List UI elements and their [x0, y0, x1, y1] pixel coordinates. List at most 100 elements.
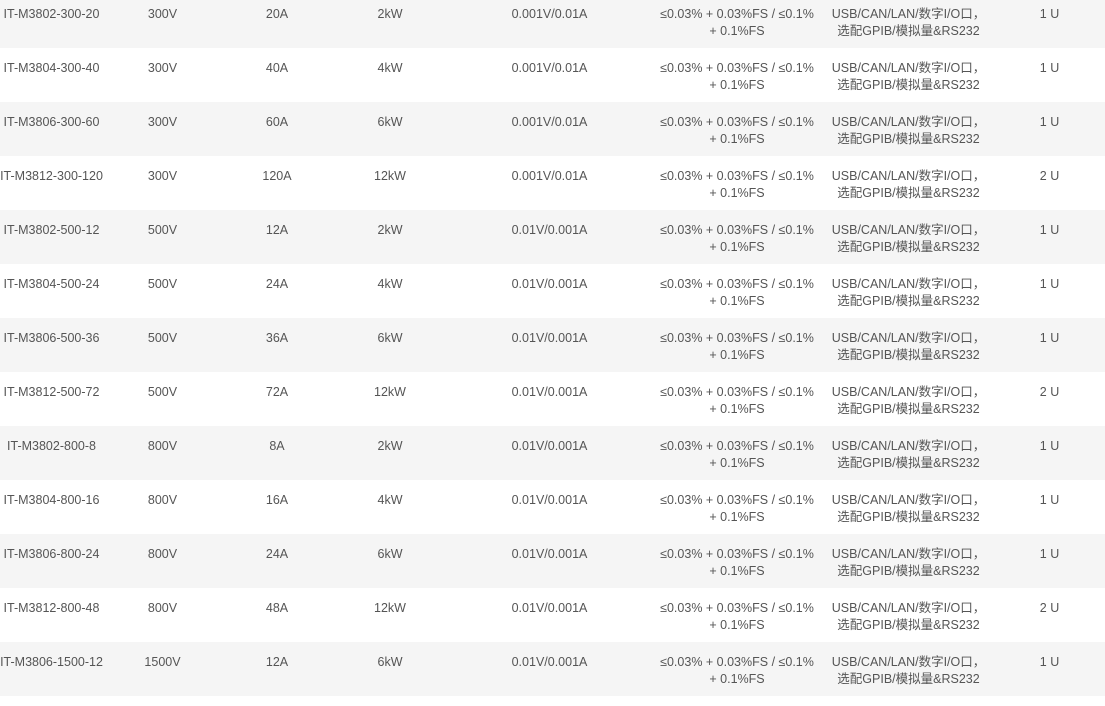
power-cell: 2kW — [332, 0, 448, 48]
size-text: 1 U — [1039, 223, 1060, 237]
interface-text: USB/CAN/LAN/数字I/O口，选配GPIB/模拟量&RS232 — [831, 601, 986, 632]
voltage-text: 300V — [147, 115, 178, 129]
interface-cell: USB/CAN/LAN/数字I/O口，选配GPIB/模拟量&RS232 — [823, 102, 994, 156]
current-text: 12A — [265, 223, 289, 237]
power-text: 6kW — [377, 655, 403, 669]
accuracy-text: ≤0.03% + 0.03%FS / ≤0.1% + 0.1%FS — [660, 169, 814, 200]
accuracy-cell: ≤0.03% + 0.03%FS / ≤0.1% + 0.1%FS — [651, 318, 823, 372]
accuracy-text: ≤0.03% + 0.03%FS / ≤0.1% + 0.1%FS — [660, 331, 814, 362]
model-text: IT-M3804-800-16 — [3, 493, 100, 507]
interface-text: USB/CAN/LAN/数字I/O口，选配GPIB/模拟量&RS232 — [831, 277, 986, 308]
voltage-text: 300V — [147, 169, 178, 183]
model-text: IT-M3804-300-40 — [3, 61, 100, 75]
interface-text: USB/CAN/LAN/数字I/O口，选配GPIB/模拟量&RS232 — [831, 331, 986, 362]
current-text: 40A — [265, 61, 289, 75]
interface-cell: USB/CAN/LAN/数字I/O口，选配GPIB/模拟量&RS232 — [823, 534, 994, 588]
size-cell: 1 U — [994, 426, 1105, 480]
current-cell: 16A — [222, 480, 332, 534]
size-text: 1 U — [1039, 7, 1060, 21]
resolution-cell: 0.01V/0.001A — [448, 318, 651, 372]
interface-text: USB/CAN/LAN/数字I/O口，选配GPIB/模拟量&RS232 — [831, 385, 986, 416]
spec-table-body: IT-M3802-300-20 300V 20A 2kW 0.001V/0.01… — [0, 0, 1105, 696]
accuracy-cell: ≤0.03% + 0.03%FS / ≤0.1% + 0.1%FS — [651, 588, 823, 642]
table-row: IT-M3804-500-24 500V 24A 4kW 0.01V/0.001… — [0, 264, 1105, 318]
power-text: 4kW — [377, 277, 403, 291]
resolution-cell: 0.01V/0.001A — [448, 426, 651, 480]
resolution-text: 0.01V/0.001A — [511, 493, 588, 507]
model-cell: IT-M3806-1500-12 — [0, 642, 103, 696]
model-cell: IT-M3802-500-12 — [0, 210, 103, 264]
voltage-cell: 800V — [103, 426, 222, 480]
power-cell: 4kW — [332, 264, 448, 318]
power-text: 12kW — [374, 601, 406, 615]
size-text: 1 U — [1039, 61, 1060, 75]
interface-cell: USB/CAN/LAN/数字I/O口，选配GPIB/模拟量&RS232 — [823, 642, 994, 696]
current-text: 120A — [262, 169, 292, 183]
current-cell: 48A — [222, 588, 332, 642]
resolution-text: 0.01V/0.001A — [511, 223, 588, 237]
power-cell: 12kW — [332, 588, 448, 642]
current-cell: 60A — [222, 102, 332, 156]
power-cell: 6kW — [332, 318, 448, 372]
table-row: IT-M3806-800-24 800V 24A 6kW 0.01V/0.001… — [0, 534, 1105, 588]
accuracy-cell: ≤0.03% + 0.03%FS / ≤0.1% + 0.1%FS — [651, 480, 823, 534]
current-text: 24A — [265, 277, 289, 291]
voltage-cell: 500V — [103, 264, 222, 318]
resolution-text: 0.01V/0.001A — [511, 601, 588, 615]
size-text: 1 U — [1039, 277, 1060, 291]
accuracy-text: ≤0.03% + 0.03%FS / ≤0.1% + 0.1%FS — [660, 439, 814, 470]
size-cell: 2 U — [994, 372, 1105, 426]
interface-cell: USB/CAN/LAN/数字I/O口，选配GPIB/模拟量&RS232 — [823, 480, 994, 534]
resolution-cell: 0.001V/0.01A — [448, 48, 651, 102]
table-row: IT-M3806-500-36 500V 36A 6kW 0.01V/0.001… — [0, 318, 1105, 372]
size-text: 1 U — [1039, 439, 1060, 453]
resolution-cell: 0.001V/0.01A — [448, 156, 651, 210]
power-cell: 12kW — [332, 372, 448, 426]
size-cell: 1 U — [994, 48, 1105, 102]
size-cell: 1 U — [994, 318, 1105, 372]
model-cell: IT-M3804-800-16 — [0, 480, 103, 534]
current-cell: 40A — [222, 48, 332, 102]
current-cell: 12A — [222, 210, 332, 264]
table-row: IT-M3804-800-16 800V 16A 4kW 0.01V/0.001… — [0, 480, 1105, 534]
table-row: IT-M3812-800-48 800V 48A 12kW 0.01V/0.00… — [0, 588, 1105, 642]
table-row: IT-M3804-300-40 300V 40A 4kW 0.001V/0.01… — [0, 48, 1105, 102]
table-row: IT-M3806-300-60 300V 60A 6kW 0.001V/0.01… — [0, 102, 1105, 156]
size-text: 1 U — [1039, 547, 1060, 561]
model-text: IT-M3812-800-48 — [3, 601, 100, 615]
table-row: IT-M3806-1500-12 1500V 12A 6kW 0.01V/0.0… — [0, 642, 1105, 696]
voltage-cell: 500V — [103, 210, 222, 264]
accuracy-cell: ≤0.03% + 0.03%FS / ≤0.1% + 0.1%FS — [651, 372, 823, 426]
spec-table: IT-M3802-300-20 300V 20A 2kW 0.001V/0.01… — [0, 0, 1105, 696]
accuracy-text: ≤0.03% + 0.03%FS / ≤0.1% + 0.1%FS — [660, 223, 814, 254]
power-cell: 4kW — [332, 48, 448, 102]
interface-cell: USB/CAN/LAN/数字I/O口，选配GPIB/模拟量&RS232 — [823, 264, 994, 318]
model-text: IT-M3802-300-20 — [3, 7, 100, 21]
size-cell: 1 U — [994, 480, 1105, 534]
resolution-cell: 0.001V/0.01A — [448, 102, 651, 156]
current-text: 20A — [265, 7, 289, 21]
power-text: 12kW — [374, 385, 406, 399]
model-text: IT-M3812-500-72 — [3, 385, 100, 399]
accuracy-text: ≤0.03% + 0.03%FS / ≤0.1% + 0.1%FS — [660, 115, 814, 146]
model-text: IT-M3802-800-8 — [7, 439, 96, 453]
power-cell: 12kW — [332, 156, 448, 210]
model-text: IT-M3804-500-24 — [3, 277, 100, 291]
size-text: 1 U — [1039, 115, 1060, 129]
current-cell: 120A — [222, 156, 332, 210]
accuracy-cell: ≤0.03% + 0.03%FS / ≤0.1% + 0.1%FS — [651, 426, 823, 480]
power-cell: 6kW — [332, 642, 448, 696]
accuracy-text: ≤0.03% + 0.03%FS / ≤0.1% + 0.1%FS — [660, 277, 814, 308]
power-text: 6kW — [377, 331, 403, 345]
current-text: 24A — [265, 547, 289, 561]
accuracy-text: ≤0.03% + 0.03%FS / ≤0.1% + 0.1%FS — [660, 655, 814, 686]
interface-text: USB/CAN/LAN/数字I/O口，选配GPIB/模拟量&RS232 — [831, 439, 986, 470]
interface-text: USB/CAN/LAN/数字I/O口，选配GPIB/模拟量&RS232 — [831, 655, 986, 686]
accuracy-cell: ≤0.03% + 0.03%FS / ≤0.1% + 0.1%FS — [651, 48, 823, 102]
table-row: IT-M3812-500-72 500V 72A 12kW 0.01V/0.00… — [0, 372, 1105, 426]
resolution-cell: 0.01V/0.001A — [448, 210, 651, 264]
model-cell: IT-M3804-500-24 — [0, 264, 103, 318]
model-cell: IT-M3802-800-8 — [0, 426, 103, 480]
size-cell: 2 U — [994, 588, 1105, 642]
voltage-cell: 1500V — [103, 642, 222, 696]
